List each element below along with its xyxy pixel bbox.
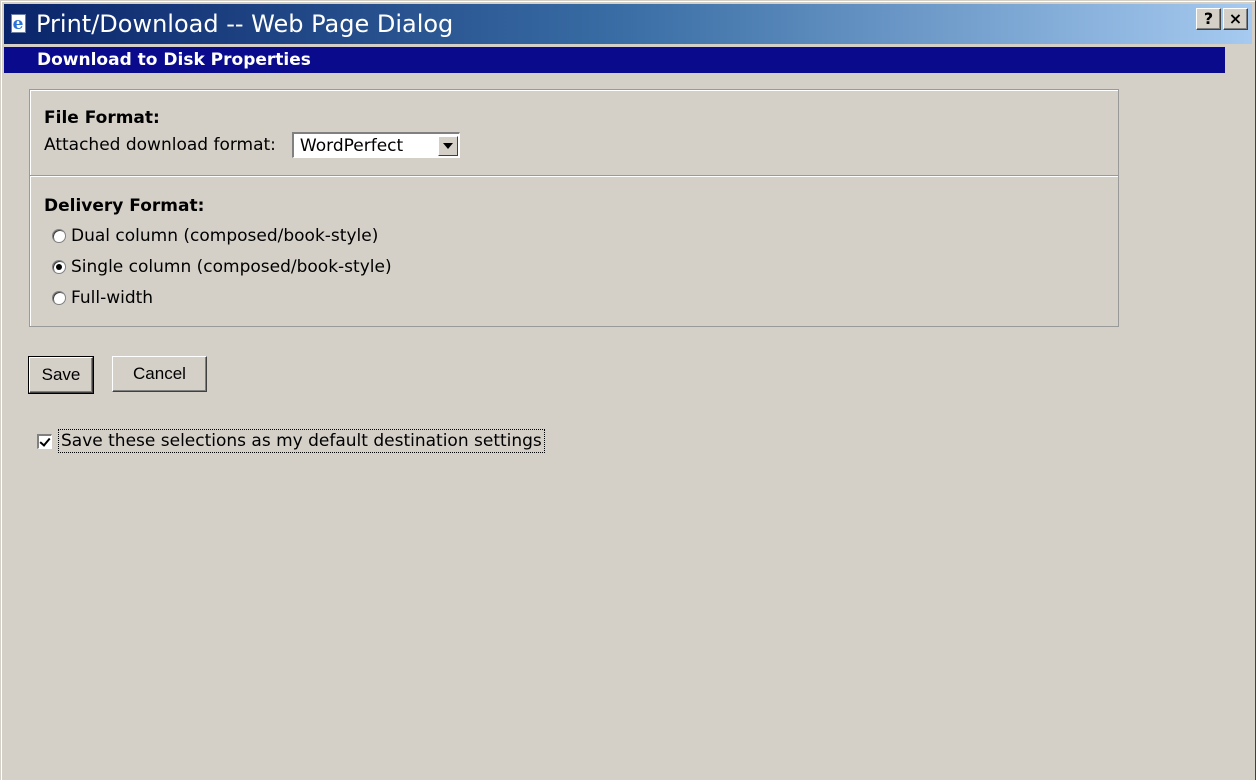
save-button[interactable]: Save	[28, 356, 94, 394]
chevron-down-icon[interactable]	[437, 135, 458, 156]
delivery-format-section: Delivery Format: Dual column (composed/b…	[30, 178, 1118, 326]
default-settings-label[interactable]: Save these selections as my default dest…	[58, 429, 545, 453]
delivery-format-heading: Delivery Format:	[44, 196, 205, 216]
radio-option-single-column[interactable]: Single column (composed/book-style)	[52, 257, 392, 277]
radio-label-dual-column: Dual column (composed/book-style)	[71, 226, 379, 246]
download-format-label: Attached download format:	[44, 135, 276, 155]
radio-full-width[interactable]	[52, 291, 66, 305]
file-format-heading: File Format:	[44, 108, 160, 128]
radio-option-dual-column[interactable]: Dual column (composed/book-style)	[52, 226, 378, 246]
help-button[interactable]: ?	[1196, 8, 1221, 30]
download-format-select[interactable]: WordPerfect	[291, 132, 460, 158]
radio-single-column[interactable]	[52, 260, 66, 274]
radio-label-single-column: Single column (composed/book-style)	[71, 257, 392, 277]
page-header: Download to Disk Properties	[35, 47, 1225, 73]
close-button[interactable]: ×	[1223, 8, 1248, 30]
dialog-window: e Print/Download -- Web Page Dialog ? × …	[0, 0, 1256, 780]
file-format-section: File Format: Attached download format: W…	[30, 90, 1118, 177]
header-bar-edge	[4, 47, 35, 73]
download-format-row: Attached download format: WordPerfect	[44, 132, 460, 158]
default-settings-checkbox[interactable]	[37, 433, 52, 449]
window-title: Print/Download -- Web Page Dialog	[36, 10, 454, 38]
default-settings-row[interactable]: Save these selections as my default dest…	[37, 429, 545, 453]
settings-panel: File Format: Attached download format: W…	[29, 89, 1119, 327]
title-bar[interactable]: e Print/Download -- Web Page Dialog ? ×	[4, 4, 1252, 44]
radio-label-full-width: Full-width	[71, 288, 154, 308]
cancel-button[interactable]: Cancel	[112, 356, 207, 392]
radio-dual-column[interactable]	[52, 229, 66, 243]
title-buttons: ? ×	[1196, 8, 1248, 30]
ie-page-icon: e	[8, 13, 30, 35]
download-format-value: WordPerfect	[299, 135, 404, 156]
radio-option-full-width[interactable]: Full-width	[52, 288, 153, 308]
